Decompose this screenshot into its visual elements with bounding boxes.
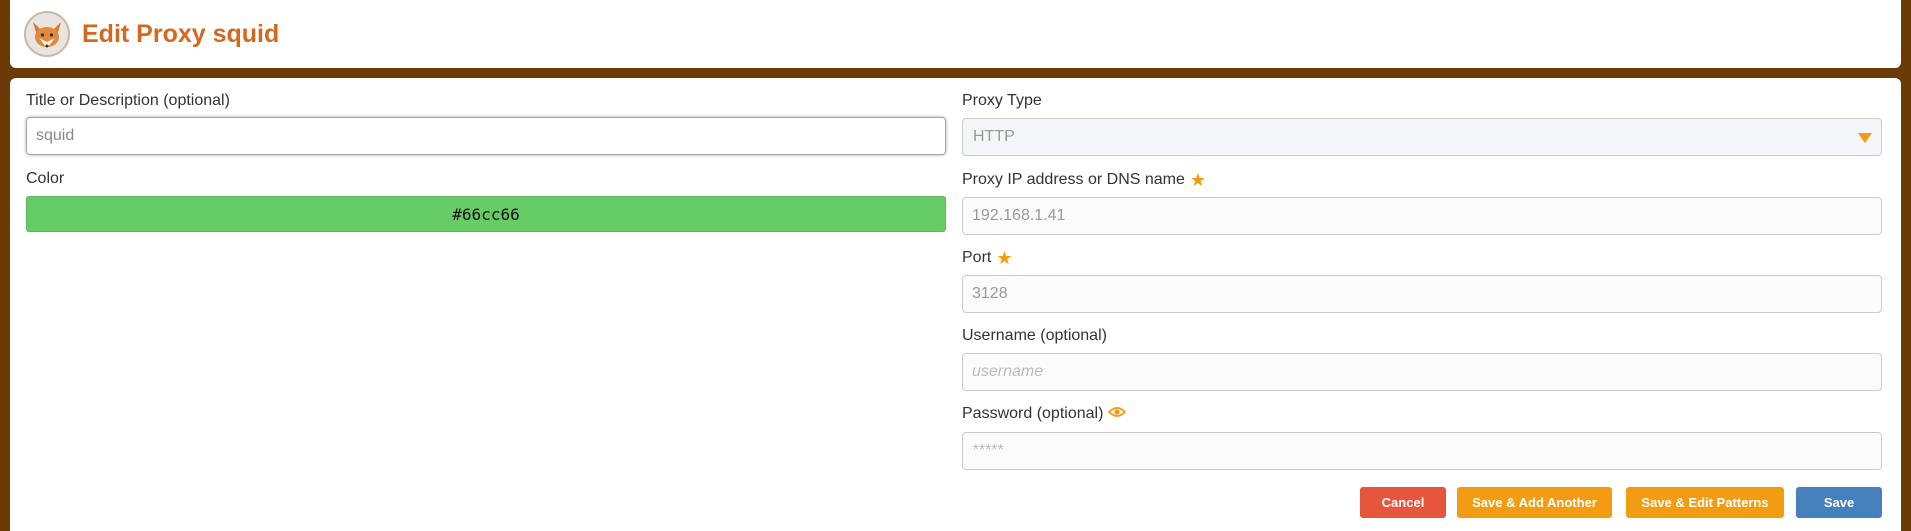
port-input[interactable] — [962, 275, 1882, 313]
password-label-text: Password (optional) — [962, 405, 1104, 422]
title-input[interactable] — [26, 117, 946, 155]
page-header: Edit Proxy squid — [10, 0, 1901, 68]
password-label: Password (optional) — [962, 405, 1127, 423]
cancel-button[interactable]: Cancel — [1360, 487, 1446, 518]
save-edit-patterns-button[interactable]: Save & Edit Patterns — [1626, 487, 1784, 518]
save-add-another-button[interactable]: Save & Add Another — [1457, 487, 1612, 518]
color-label: Color — [26, 170, 65, 187]
required-star-icon: ★ — [1189, 170, 1207, 190]
dropdown-arrow-icon — [1858, 133, 1872, 143]
port-label-text: Port — [962, 249, 992, 266]
username-label: Username (optional) — [962, 327, 1107, 344]
username-input[interactable] — [962, 353, 1882, 391]
proxy-type-select[interactable]: HTTP — [962, 118, 1882, 156]
title-label: Title or Description (optional) — [26, 92, 230, 109]
address-label: Proxy IP address or DNS name ★ — [962, 171, 1206, 189]
page-title: Edit Proxy squid — [82, 19, 280, 48]
save-button[interactable]: Save — [1796, 487, 1882, 518]
password-input[interactable] — [962, 432, 1882, 470]
proxy-type-value: HTTP — [973, 128, 1015, 145]
address-label-text: Proxy IP address or DNS name — [962, 171, 1185, 188]
color-picker[interactable]: #66cc66 — [26, 196, 946, 232]
proxy-form: Title or Description (optional) Color #6… — [10, 78, 1901, 531]
proxy-type-label: Proxy Type — [962, 92, 1042, 109]
required-star-icon: ★ — [996, 248, 1013, 268]
address-input[interactable] — [962, 197, 1882, 235]
port-label: Port ★ — [962, 249, 1012, 267]
eye-icon[interactable] — [1108, 405, 1127, 423]
fox-logo-icon — [24, 11, 70, 57]
